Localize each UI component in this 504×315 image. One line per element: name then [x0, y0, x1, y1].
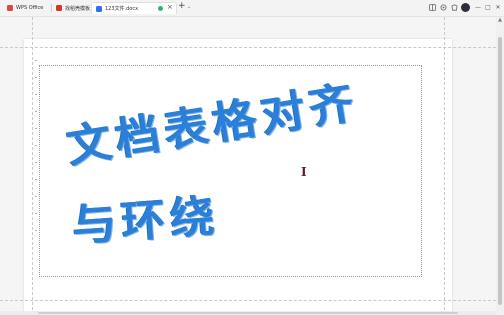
close-tab-icon[interactable]: ×	[167, 3, 173, 11]
docer-logo-icon	[56, 5, 62, 11]
ruler-tick	[35, 179, 37, 180]
tab-label: WPS Office	[16, 5, 44, 11]
word-doc-icon	[96, 5, 102, 12]
ruler-tick	[35, 94, 37, 95]
skin-icon[interactable]	[450, 3, 458, 12]
title-bar: WPS Office 找稻壳模板 123文件.docx × + ⌄ — □ ✕	[0, 0, 504, 17]
new-tab-button[interactable]: +	[178, 1, 186, 11]
minimize-button[interactable]: —	[474, 3, 482, 12]
ruler-tick	[35, 128, 37, 129]
vertical-scrollbar[interactable]: ▲	[496, 17, 504, 315]
wps-logo-icon	[7, 5, 13, 11]
tab-label: 123文件.docx	[105, 6, 139, 12]
margin-guide-right	[444, 17, 445, 315]
ruler-tick	[35, 111, 37, 112]
scroll-thumb[interactable]	[498, 37, 502, 305]
ruler-tick	[35, 230, 37, 231]
tab-template-store[interactable]: 找稻壳模板	[52, 2, 92, 14]
settings-icon[interactable]	[439, 3, 447, 12]
ruler-tick	[35, 162, 37, 163]
close-window-button[interactable]: ✕	[494, 3, 502, 12]
wordart-line-2[interactable]: 与环绕	[70, 180, 221, 254]
horizontal-scrollbar[interactable]	[0, 311, 496, 315]
maximize-button[interactable]: □	[484, 3, 492, 12]
tab-wps-office[interactable]: WPS Office	[3, 2, 49, 14]
ruler-tick	[35, 60, 37, 61]
tab-document[interactable]: 123文件.docx ×	[91, 2, 177, 14]
margin-guide-bottom	[0, 300, 496, 301]
ruler-tick	[35, 196, 37, 197]
margin-guide-left	[32, 17, 33, 315]
tab-list-dropdown[interactable]: ⌄	[187, 4, 191, 10]
layout-icon[interactable]	[428, 3, 436, 12]
horizontal-scroll-thumb[interactable]	[38, 312, 458, 314]
tab-label: 找稻壳模板	[65, 5, 91, 12]
ruler-tick	[35, 213, 37, 214]
vertical-ruler	[35, 60, 37, 250]
text-cursor-icon: I	[301, 165, 307, 179]
scroll-up-icon[interactable]: ▲	[497, 17, 503, 23]
margin-guide-top	[0, 47, 496, 48]
ruler-tick	[35, 145, 37, 146]
user-avatar[interactable]	[461, 3, 470, 12]
sync-status-icon	[158, 6, 163, 11]
ruler-tick	[35, 77, 37, 78]
